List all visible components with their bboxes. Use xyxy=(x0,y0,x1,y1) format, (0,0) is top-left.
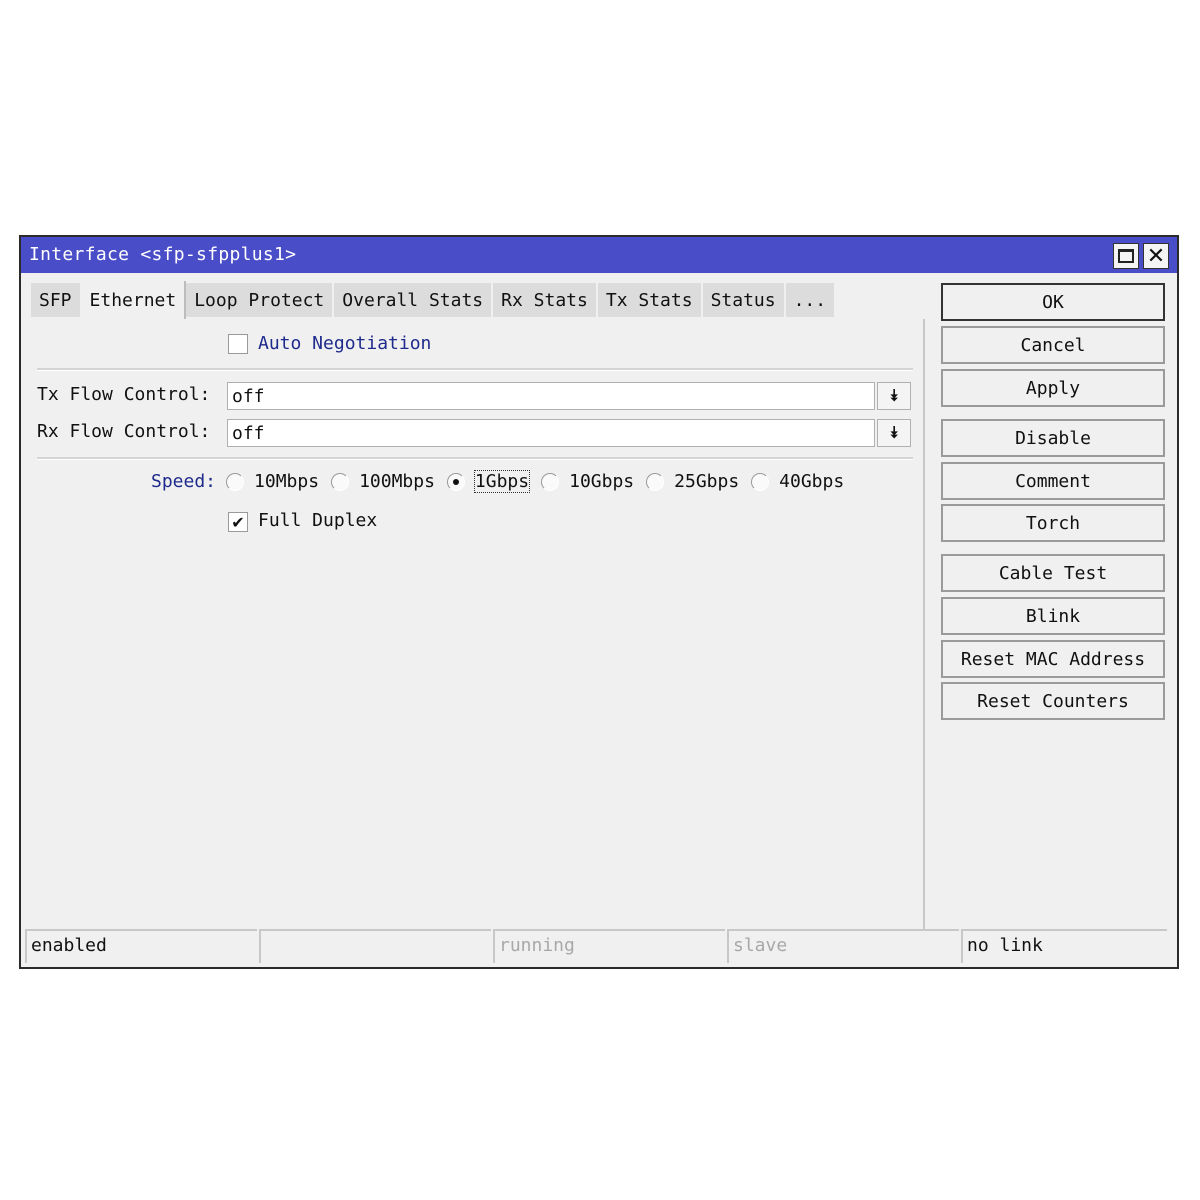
tab-bar: SFP Ethernet Loop Protect Overall Stats … xyxy=(31,281,837,319)
reset-mac-address-button[interactable]: Reset MAC Address xyxy=(941,640,1165,678)
tab-more[interactable]: ... xyxy=(785,283,837,317)
ok-button[interactable]: OK xyxy=(941,283,1165,321)
reset-counters-button[interactable]: Reset Counters xyxy=(941,682,1165,720)
checkmark-icon: ✔ xyxy=(231,512,245,532)
tx-flow-control-dropdown[interactable]: ⯯ xyxy=(877,382,911,410)
speed-label: Speed: xyxy=(151,471,217,492)
disable-button[interactable]: Disable xyxy=(941,419,1165,457)
radio-icon xyxy=(331,472,350,491)
interface-window: Interface <sfp-sfpplus1> ✕ SFP Ethernet … xyxy=(19,235,1179,969)
status-enabled: enabled xyxy=(25,929,257,963)
status-link: no link xyxy=(961,929,1167,963)
tab-overall-stats[interactable]: Overall Stats xyxy=(334,283,494,317)
speed-option-1gbps[interactable]: 1Gbps xyxy=(446,470,531,493)
full-duplex-checkbox[interactable]: ✔ xyxy=(228,512,248,532)
tab-ethernet[interactable]: Ethernet xyxy=(81,281,187,319)
status-slave: slave xyxy=(727,929,959,963)
apply-button[interactable]: Apply xyxy=(941,369,1165,407)
maximize-button[interactable] xyxy=(1113,243,1139,269)
tx-flow-control-label: Tx Flow Control: xyxy=(37,384,211,405)
radio-selected-icon xyxy=(446,472,465,491)
tab-status[interactable]: Status xyxy=(702,283,786,317)
radio-icon xyxy=(541,472,560,491)
tab-sfp[interactable]: SFP xyxy=(31,283,82,317)
tab-tx-stats[interactable]: Tx Stats xyxy=(597,283,703,317)
blink-button[interactable]: Blink xyxy=(941,597,1165,635)
status-bar: enabled running slave no link xyxy=(25,929,1173,963)
radio-icon xyxy=(751,472,770,491)
rx-flow-control-dropdown[interactable]: ⯯ xyxy=(877,419,911,447)
radio-icon xyxy=(646,472,665,491)
radio-icon xyxy=(226,472,245,491)
speed-option-25gbps[interactable]: 25Gbps xyxy=(646,471,739,492)
status-running: running xyxy=(493,929,725,963)
torch-button[interactable]: Torch xyxy=(941,504,1165,542)
auto-negotiation-label: Auto Negotiation xyxy=(258,333,432,354)
divider xyxy=(37,368,913,371)
auto-negotiation-checkbox[interactable] xyxy=(228,334,248,354)
tab-loop-protect[interactable]: Loop Protect xyxy=(186,283,335,317)
comment-button[interactable]: Comment xyxy=(941,462,1165,500)
title-bar[interactable]: Interface <sfp-sfpplus1> ✕ xyxy=(21,237,1177,273)
full-duplex-label: Full Duplex xyxy=(258,510,378,531)
rx-flow-control-label: Rx Flow Control: xyxy=(37,421,211,442)
speed-option-100mbps[interactable]: 100Mbps xyxy=(331,471,435,492)
cable-test-button[interactable]: Cable Test xyxy=(941,554,1165,592)
panel-border xyxy=(923,319,925,929)
close-button[interactable]: ✕ xyxy=(1143,243,1169,269)
cancel-button[interactable]: Cancel xyxy=(941,326,1165,364)
speed-option-10gbps[interactable]: 10Gbps xyxy=(541,471,634,492)
speed-option-10mbps[interactable]: 10Mbps xyxy=(226,471,319,492)
dropdown-icon: ⯯ xyxy=(889,423,899,442)
speed-row: Speed: 10Mbps 100Mbps 1Gbps 10Gbps 25Gbp… xyxy=(151,470,856,493)
rx-flow-control-field[interactable]: off xyxy=(227,419,875,447)
window-title: Interface <sfp-sfpplus1> xyxy=(29,244,297,265)
tab-rx-stats[interactable]: Rx Stats xyxy=(493,283,598,317)
speed-option-40gbps[interactable]: 40Gbps xyxy=(751,471,844,492)
maximize-icon xyxy=(1118,249,1134,263)
status-empty xyxy=(259,929,491,963)
tx-flow-control-field[interactable]: off xyxy=(227,382,875,410)
close-icon: ✕ xyxy=(1146,243,1166,269)
dropdown-icon: ⯯ xyxy=(889,386,899,405)
divider xyxy=(37,457,913,460)
